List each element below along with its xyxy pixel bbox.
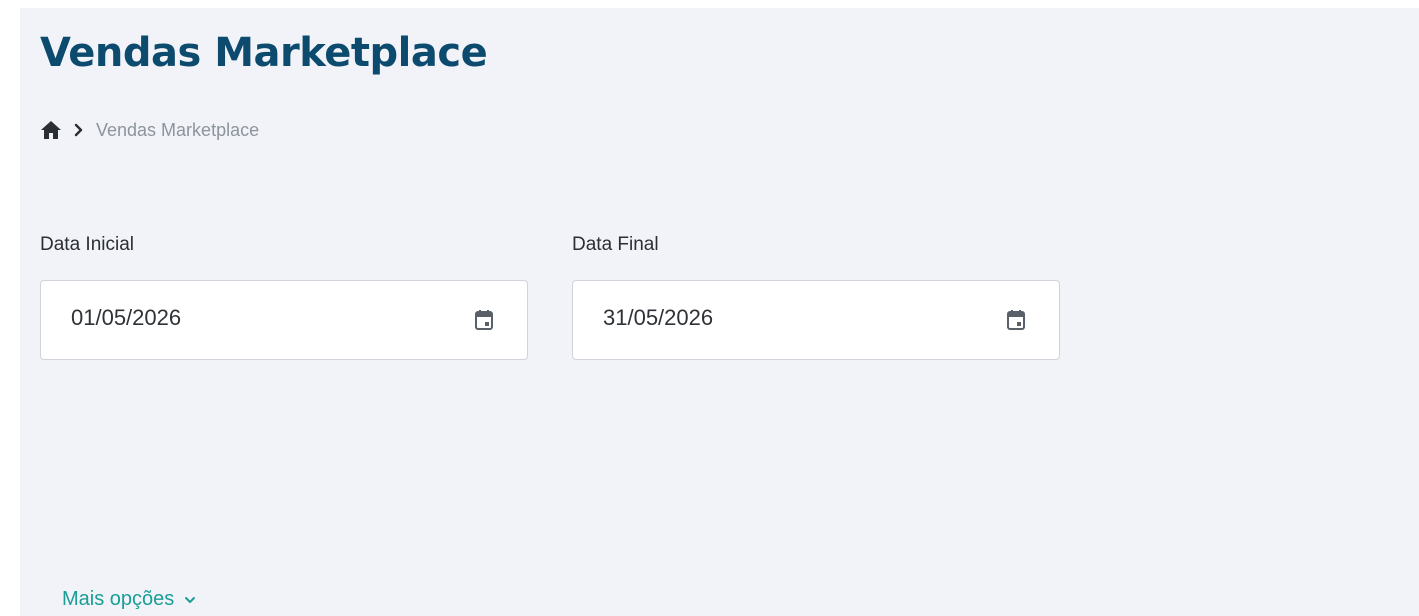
end-date-field: Data Final 31/05/2026 (572, 232, 1062, 360)
more-options-label: Mais opções (62, 588, 175, 610)
home-icon[interactable] (40, 120, 62, 140)
top-strip (0, 0, 1419, 8)
left-strip (0, 0, 20, 616)
start-date-input[interactable]: 01/05/2026 (40, 280, 528, 360)
breadcrumb-current: Vendas Marketplace (96, 119, 260, 140)
end-date-label: Data Final (572, 234, 659, 255)
end-date-value: 31/05/2026 (603, 305, 714, 330)
page-title: Vendas Marketplace (40, 30, 488, 76)
start-date-label: Data Inicial (40, 234, 134, 255)
start-date-value: 01/05/2026 (71, 305, 182, 330)
breadcrumb: Vendas Marketplace (40, 116, 259, 144)
end-date-input[interactable]: 31/05/2026 (572, 280, 1060, 360)
calendar-icon[interactable] (471, 307, 497, 333)
page: Vendas Marketplace Vendas Marketplace Da… (0, 0, 1419, 616)
calendar-icon[interactable] (1003, 307, 1029, 333)
chevron-right-icon (74, 123, 84, 137)
chevron-down-icon (184, 591, 196, 609)
more-options-toggle[interactable]: Mais opções (62, 588, 196, 611)
start-date-field: Data Inicial 01/05/2026 (40, 232, 530, 360)
